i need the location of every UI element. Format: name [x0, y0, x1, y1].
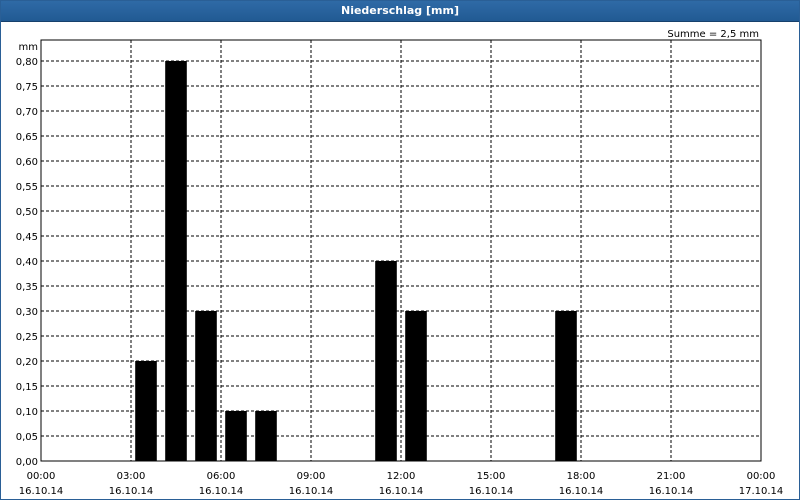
x-tick-date: 16.10.14 [379, 486, 424, 497]
y-tick-label: 0,65 [16, 132, 38, 143]
bar [405, 311, 427, 461]
x-tick-time: 09:00 [297, 471, 326, 482]
bar [135, 361, 157, 461]
x-tick-time: 15:00 [477, 471, 506, 482]
y-axis-label: mm [19, 42, 38, 53]
x-tick-time: 21:00 [657, 471, 686, 482]
x-tick-date: 16.10.14 [19, 486, 64, 497]
summary-label: Summe = 2,5 mm [667, 29, 759, 40]
x-tick-time: 12:00 [387, 471, 416, 482]
y-tick-label: 0,15 [16, 382, 38, 393]
y-tick-label: 0,25 [16, 332, 38, 343]
bar [165, 61, 187, 461]
x-tick-date: 16.10.14 [469, 486, 514, 497]
x-tick-date: 16.10.14 [649, 486, 694, 497]
y-tick-label: 0,40 [16, 257, 38, 268]
y-tick-label: 0,70 [16, 107, 38, 118]
y-tick-label: 0,80 [16, 57, 38, 68]
bar [255, 411, 277, 461]
y-tick-label: 0,20 [16, 357, 38, 368]
x-tick-date: 16.10.14 [559, 486, 604, 497]
x-tick-time: 06:00 [207, 471, 236, 482]
x-tick-date: 16.10.14 [199, 486, 244, 497]
bar [195, 311, 217, 461]
x-tick-date: 17.10.14 [739, 486, 784, 497]
y-tick-label: 0,10 [16, 407, 38, 418]
y-tick-label: 0,05 [16, 432, 38, 443]
x-tick-time: 18:00 [567, 471, 596, 482]
y-tick-label: 0,00 [16, 457, 38, 468]
y-tick-label: 0,75 [16, 82, 38, 93]
x-tick-time: 00:00 [27, 471, 56, 482]
y-tick-label: 0,35 [16, 282, 38, 293]
x-tick-date: 16.10.14 [109, 486, 154, 497]
y-tick-label: 0,50 [16, 207, 38, 218]
chart-window: Niederschlag [mm] 0,00 0,05 0,10 0,15 0,20 0,… [0, 0, 800, 500]
y-tick-label: 0,45 [16, 232, 38, 243]
y-tick-label: 0,60 [16, 157, 38, 168]
bar [225, 411, 247, 461]
y-tick-label: 0,55 [16, 182, 38, 193]
x-tick-time: 00:00 [747, 471, 776, 482]
bar [375, 261, 397, 461]
chart-canvas: 0,00 0,05 0,10 0,15 0,20 0,25 0,30 0,35 0,40 0,45… [16, 29, 784, 497]
bar [555, 311, 577, 461]
x-tick-time: 03:00 [117, 471, 146, 482]
y-tick-label: 0,30 [16, 307, 38, 318]
x-tick-date: 16.10.14 [289, 486, 334, 497]
